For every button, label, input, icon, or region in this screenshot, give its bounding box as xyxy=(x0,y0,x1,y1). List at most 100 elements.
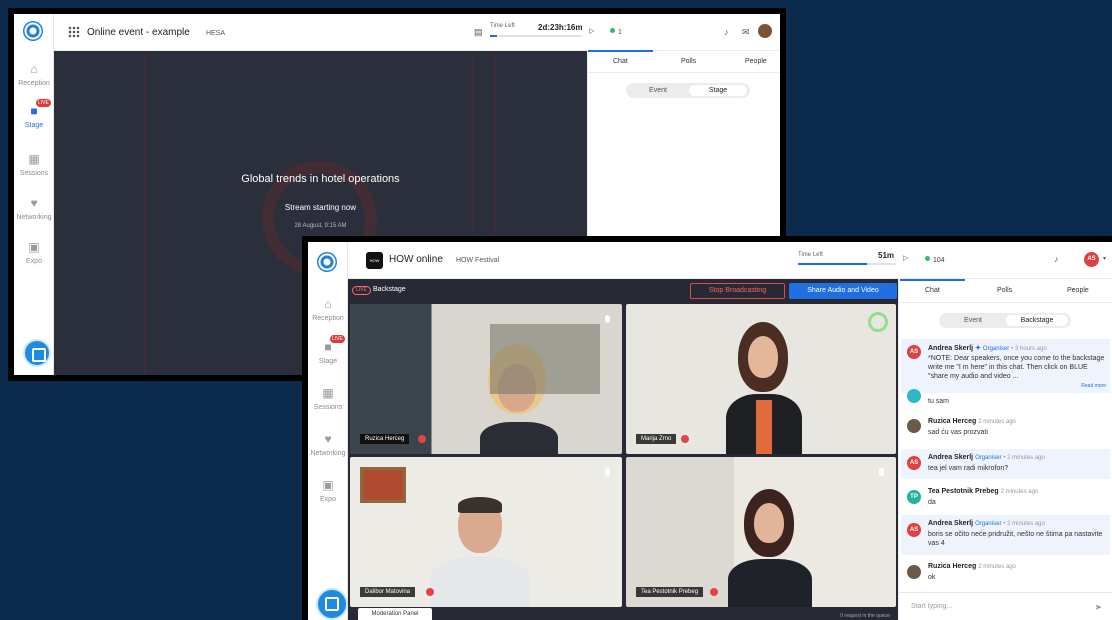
user-avatar[interactable] xyxy=(758,24,772,38)
participant-name: Marija Zrno xyxy=(636,434,677,444)
avatar xyxy=(907,565,921,579)
chat-message: TP Tea Pestotnik Prebeg 2 minutes ago da xyxy=(901,483,1110,513)
microphone-icon xyxy=(879,468,884,476)
chevron-right-icon[interactable]: ▷ xyxy=(589,27,594,35)
tab-chat[interactable]: Chat xyxy=(900,279,965,294)
sidebar-item-networking[interactable]: ♥ Networking xyxy=(308,432,348,457)
message-author: Ruzica Herceg xyxy=(928,418,977,425)
sidebar-item-stage[interactable]: ■ LIVE Stage xyxy=(308,335,348,365)
timer-progress xyxy=(798,263,896,265)
tab-people[interactable]: People xyxy=(745,58,767,65)
tab-polls[interactable]: Polls xyxy=(681,58,696,65)
handshake-icon: ♥ xyxy=(324,432,332,446)
message-time: • 3 hours ago xyxy=(1011,346,1047,352)
avatar xyxy=(907,419,921,433)
calendar-icon[interactable]: ▤ xyxy=(474,27,483,38)
event-title: HOW online xyxy=(389,254,443,265)
message-time: 2 minutes ago xyxy=(978,564,1016,570)
bell-icon[interactable]: ♪ xyxy=(724,27,729,37)
chat-message: AS Andrea Skerlj Organiser • 2 minutes a… xyxy=(901,449,1110,479)
message-text: sad ću vas prozvati xyxy=(928,429,988,436)
video-tile[interactable]: Tea Pestotnik Prebeg xyxy=(626,457,896,607)
author-role: Organiser xyxy=(982,346,1010,352)
home-icon: ⌂ xyxy=(30,62,38,76)
participant-name: Tea Pestotnik Prebeg xyxy=(636,587,704,597)
help-chat-button[interactable] xyxy=(23,339,51,367)
live-badge: LIVE xyxy=(352,286,371,295)
sidebar-item-reception[interactable]: ⌂ Reception xyxy=(14,62,54,87)
pin-icon: ✦ xyxy=(975,345,981,352)
scope-event[interactable]: Event xyxy=(629,85,687,96)
handshake-icon: ♥ xyxy=(30,196,38,210)
message-text: tu sam xyxy=(928,398,950,405)
timer-value: 51m xyxy=(878,251,895,260)
scope-stage[interactable]: Stage xyxy=(689,85,747,96)
chat-input-placeholder: Start typing... xyxy=(911,603,953,610)
timer-label: Time Left xyxy=(798,252,823,258)
apps-grid-icon[interactable] xyxy=(68,26,80,38)
tab-polls[interactable]: Polls xyxy=(997,287,1012,294)
message-time: 2 minutes ago xyxy=(1000,489,1039,495)
avatar xyxy=(907,389,921,403)
help-chat-button[interactable] xyxy=(316,588,348,620)
bell-icon[interactable]: ♪ xyxy=(1054,254,1059,264)
event-window-how: ⌂ Reception ■ LIVE Stage ▦ Sessions ♥ Ne… xyxy=(302,236,1112,620)
chat-message: Ruzica Herceg 2 minutes ago sad ću vas p… xyxy=(901,415,1110,447)
chat-message: Ruzica Herceg 2 minutes ago ok xyxy=(901,559,1110,589)
sidebar-item-sessions[interactable]: ▦ Sessions xyxy=(14,152,54,177)
mail-icon[interactable]: ✉ xyxy=(742,27,750,38)
author-role: Organiser xyxy=(975,521,1002,527)
sidebar: ⌂ Reception ■ LIVE Stage ▦ Sessions ♥ Ne… xyxy=(14,14,54,375)
share-audio-video-button[interactable]: Share Audio and Video xyxy=(789,283,897,299)
live-badge: LIVE xyxy=(36,99,51,107)
message-author: Tea Pestotnik Prebeg xyxy=(928,488,999,495)
online-count: 104 xyxy=(925,256,945,264)
message-text: boris se očito neće pridružit, nešto ne … xyxy=(928,531,1103,547)
organizer-name: HOW Festival xyxy=(456,257,500,264)
chat-input[interactable]: Start typing... ➤ xyxy=(899,592,1112,620)
chat-message: AS Andrea Skerlj Organiser • 2 minutes a… xyxy=(901,515,1110,555)
stream-status: Stream starting now xyxy=(284,203,357,212)
chevron-down-icon[interactable]: ▾ xyxy=(1103,255,1106,262)
app-logo-icon[interactable] xyxy=(317,252,337,272)
video-tile[interactable]: Dalibor Matovina xyxy=(350,457,622,607)
tab-people[interactable]: People xyxy=(1067,287,1089,294)
participant-name: Ruzica Herceg xyxy=(360,434,410,444)
tab-chat[interactable]: Chat xyxy=(588,50,653,65)
online-count: 1 xyxy=(610,28,622,36)
mic-muted-icon xyxy=(681,435,689,443)
author-role: Organiser xyxy=(975,455,1002,461)
organizer-name: HESA xyxy=(206,30,226,37)
send-icon[interactable]: ➤ xyxy=(1094,602,1102,613)
video-tile[interactable]: Ruzica Herceg xyxy=(350,304,622,454)
stop-broadcasting-button[interactable]: Stop Broadcasting xyxy=(690,283,785,299)
avatar: TP xyxy=(907,490,921,504)
sidebar-item-sessions[interactable]: ▦ Sessions xyxy=(308,386,348,411)
moderation-panel-button[interactable]: Moderation Panel xyxy=(358,608,432,620)
video-tile[interactable]: Marija Zrno xyxy=(626,304,896,454)
queue-status: 0 request in the queue xyxy=(840,613,890,619)
sidebar-item-stage[interactable]: ■ LIVE Stage xyxy=(14,99,54,129)
sidebar-item-reception[interactable]: ⌂ Reception xyxy=(308,297,348,322)
sidebar-item-expo[interactable]: ▣ Expo xyxy=(308,478,348,503)
painting xyxy=(490,324,600,394)
expo-icon: ▣ xyxy=(28,240,40,254)
app-logo-icon[interactable] xyxy=(23,21,43,41)
sidebar-item-expo[interactable]: ▣ Expo xyxy=(14,240,54,265)
timer-progress xyxy=(490,35,582,37)
scope-backstage[interactable]: Backstage xyxy=(1006,315,1068,326)
mic-muted-icon xyxy=(710,588,718,596)
sidebar: ⌂ Reception ■ LIVE Stage ▦ Sessions ♥ Ne… xyxy=(308,242,348,620)
chevron-right-icon[interactable]: ▷ xyxy=(903,254,908,262)
message-time: 2 minutes ago xyxy=(978,419,1016,425)
sidebar-item-networking[interactable]: ♥ Networking xyxy=(14,196,54,221)
user-avatar[interactable]: AS xyxy=(1084,252,1099,267)
message-time: • 2 minutes ago xyxy=(1003,521,1045,527)
sessions-icon: ▦ xyxy=(28,152,40,166)
message-author: Andrea Skerlj xyxy=(928,345,974,352)
scope-event[interactable]: Event xyxy=(942,315,1004,326)
avatar: AS xyxy=(907,345,921,359)
read-more-link[interactable]: Read more xyxy=(1081,383,1106,389)
message-time: • 2 minutes ago xyxy=(1003,455,1045,461)
session-title: Global trends in hotel operations xyxy=(241,173,400,185)
